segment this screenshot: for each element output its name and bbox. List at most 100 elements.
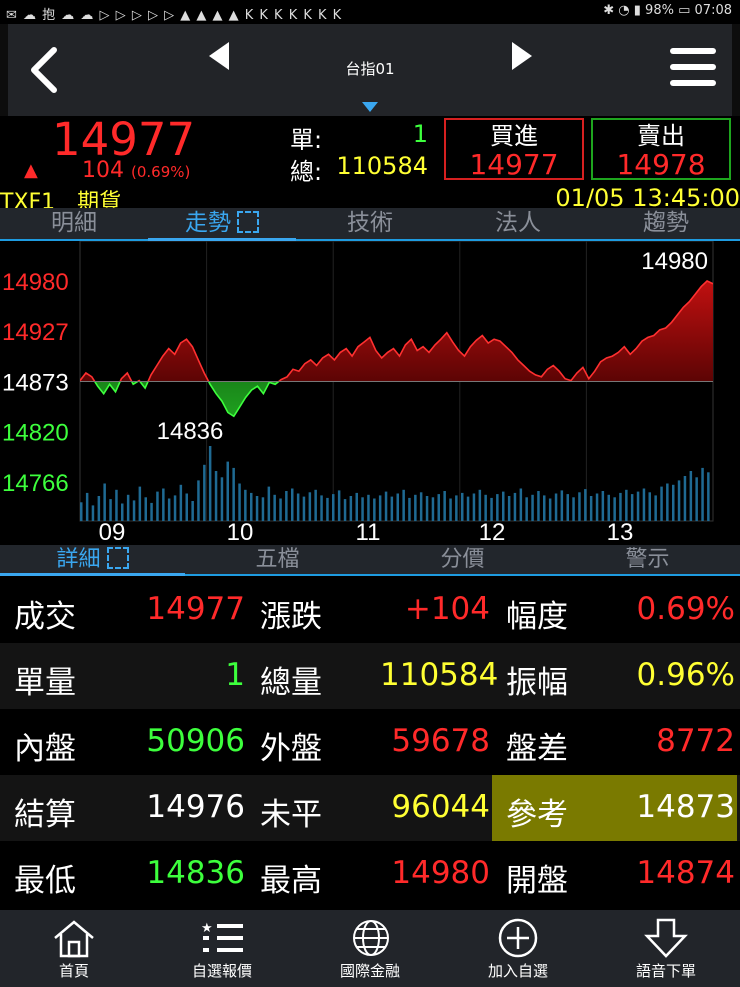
volume-bar <box>543 495 546 521</box>
volume-bar <box>554 493 558 521</box>
nav-voice-order[interactable]: 語音下單 <box>592 910 740 987</box>
tab-trend[interactable]: 走勢 <box>148 208 296 241</box>
volume-bar <box>273 494 276 522</box>
nav-global[interactable]: 國際金融 <box>296 910 444 987</box>
intraday-chart[interactable]: 14980 14927 14873 14820 14766 09 10 11 12 13 14980… <box>0 240 740 546</box>
tab-label: 五檔 <box>255 547 300 572</box>
tab-details[interactable]: 明細 <box>0 208 148 239</box>
volume-bar <box>519 488 523 521</box>
svg-text:★: ★ <box>201 921 213 936</box>
back-button[interactable] <box>18 42 68 98</box>
tab-detail[interactable]: 詳細 <box>0 545 185 576</box>
detail-label: 參考 <box>506 797 568 833</box>
volume-bar <box>396 493 399 521</box>
volume-bar <box>296 493 300 521</box>
y-tick-label: 14820 <box>2 419 69 446</box>
low-annotation: 14836 <box>157 418 224 445</box>
detail-value: 110584 <box>380 657 499 693</box>
symbol-dropdown-toggle[interactable] <box>360 99 380 113</box>
volume-bar <box>648 492 651 522</box>
bluetooth-icon: ✱ <box>603 3 615 18</box>
detail-row: 成交 14977 漲跌 +104 幅度 0.69% <box>0 577 740 643</box>
detail-grid: 成交 14977 漲跌 +104 幅度 0.69% 單量 1 總量 110584 振幅 0.96% 內盤… <box>0 576 740 910</box>
volume-bar <box>484 494 487 522</box>
globe-icon <box>353 920 389 956</box>
prev-symbol-button[interactable] <box>203 36 237 76</box>
clock: 07:08 <box>694 3 732 18</box>
volume-bar <box>525 497 528 522</box>
tab-tendency[interactable]: 趨勢 <box>592 208 740 239</box>
volume-bar <box>566 494 569 521</box>
volume-bar <box>167 498 171 521</box>
buy-label: 買進 <box>490 122 538 150</box>
volume-bar <box>302 496 306 521</box>
x-tick-label: 09 <box>99 519 126 546</box>
detail-label: 最低 <box>14 863 76 899</box>
volume-bar <box>589 496 593 521</box>
y-tick-label: 14980 <box>2 269 69 296</box>
fullscreen-icon[interactable] <box>106 547 129 569</box>
volume-bar <box>326 497 329 521</box>
volume-bar <box>642 488 646 521</box>
volume-bar <box>349 496 353 521</box>
tab-five-levels[interactable]: 五檔 <box>185 545 370 574</box>
volume-bar <box>672 484 675 522</box>
detail-label: 外盤 <box>260 731 322 767</box>
volume-bar <box>203 464 206 522</box>
volume-bar <box>138 486 142 521</box>
next-symbol-button[interactable] <box>504 36 538 76</box>
buy-button[interactable]: 買進 14977 <box>444 118 584 180</box>
volume-bar <box>97 496 101 521</box>
volume-bar <box>449 498 452 521</box>
detail-row: 內盤 50906 外盤 59678 盤差 8772 <box>0 709 740 775</box>
volume-bar <box>80 502 83 522</box>
volume-bar <box>461 492 464 521</box>
nav-home[interactable]: 首頁 <box>0 910 148 987</box>
bottom-nav: 首頁 ★ 自選報價 國際金融 加入自選 語音下單 <box>0 910 740 987</box>
nav-watchlist[interactable]: ★ 自選報價 <box>148 910 296 987</box>
volume-bar <box>490 497 493 521</box>
single-volume-value: 1 <box>412 120 428 148</box>
volume-bar <box>625 489 628 522</box>
triangle-right-icon <box>512 42 532 70</box>
tab-technical[interactable]: 技術 <box>296 208 444 239</box>
tab-alerts[interactable]: 警示 <box>555 545 740 574</box>
volume-bar <box>103 483 106 521</box>
volume-bar <box>162 488 165 521</box>
tab-institutional[interactable]: 法人 <box>444 208 592 239</box>
volume-bar <box>285 491 288 521</box>
volume-bar <box>320 495 323 521</box>
fullscreen-icon[interactable] <box>237 211 259 233</box>
volume-bar <box>601 491 605 521</box>
detail-label: 內盤 <box>14 731 76 767</box>
volume-bar <box>191 501 194 521</box>
tab-price-volume[interactable]: 分價 <box>370 545 555 574</box>
nav-add-watch[interactable]: 加入自選 <box>444 910 592 987</box>
volume-bar <box>695 477 698 522</box>
volume-bar <box>115 489 118 522</box>
detail-value: 14980 <box>391 855 490 891</box>
volume-bar <box>261 497 265 522</box>
volume-bar <box>513 492 517 521</box>
quote-header: 14977 ▲ 104 (0.69%) 單: 1 總: 110584 買進 14… <box>0 116 740 208</box>
volume-bar <box>361 497 364 522</box>
sell-label: 賣出 <box>637 122 685 150</box>
volume-bar <box>548 498 552 521</box>
sell-button[interactable]: 賣出 14978 <box>591 118 731 180</box>
detail-value: 1 <box>225 657 245 693</box>
detail-value: 14836 <box>146 855 245 891</box>
y-tick-label: 14927 <box>2 319 69 346</box>
volume-bar <box>437 494 440 521</box>
x-tick-label: 10 <box>227 519 254 546</box>
detail-label: 開盤 <box>506 863 568 899</box>
arrow-down-icon <box>644 918 688 958</box>
volume-bar <box>232 467 235 521</box>
volume-bar <box>595 493 599 521</box>
volume-bar <box>560 490 564 521</box>
nav-home-label: 首頁 <box>58 962 89 980</box>
status-right: ✱ ◔ ▮ 98% ▭ 07:08 <box>603 3 732 18</box>
volume-bar <box>132 500 136 521</box>
volume-bar <box>279 498 282 521</box>
menu-button[interactable] <box>670 48 716 92</box>
volume-bar <box>197 480 200 521</box>
